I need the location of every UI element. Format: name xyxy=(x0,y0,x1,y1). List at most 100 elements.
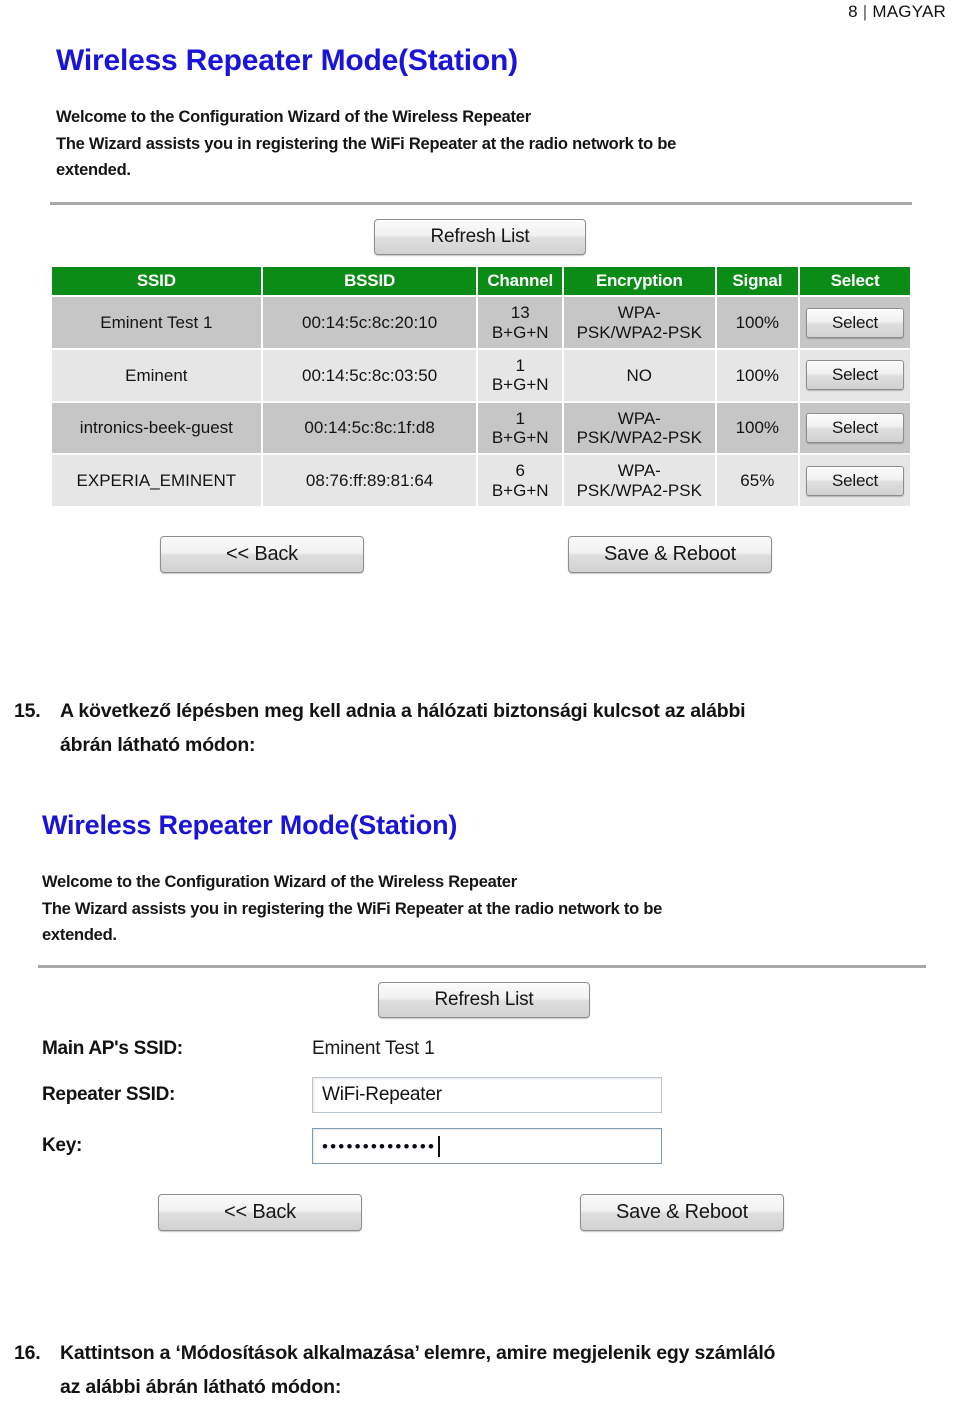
page-number: 8 xyxy=(848,2,858,21)
encryption-line1: WPA- xyxy=(617,303,661,323)
main-ap-ssid-label: Main AP's SSID: xyxy=(42,1038,183,1060)
wireless-scan-table: SSID BSSID Channel Encryption Signal Sel… xyxy=(50,265,912,508)
figure2-welcome-line3: extended. xyxy=(42,926,117,945)
encryption-line2: PSK/WPA2-PSK xyxy=(576,428,702,448)
figure1-welcome-line2: The Wizard assists you in registering th… xyxy=(56,134,677,153)
channel-band: B+G+N xyxy=(491,428,549,448)
select-network-button[interactable]: Select xyxy=(806,360,905,391)
cell-ssid: Eminent xyxy=(52,349,261,401)
back-button[interactable]: << Back xyxy=(158,1194,362,1232)
figure2-welcome-line1: Welcome to the Configuration Wizard of t… xyxy=(42,873,517,891)
cell-ssid: Eminent Test 1 xyxy=(52,297,261,348)
manual-page: 8 | MAGYAR Wireless Repeater Mode(Station)… xyxy=(0,0,960,1404)
channel-number: 6 xyxy=(515,461,525,481)
cell-signal: 100% xyxy=(716,297,799,348)
repeater-ssid-input[interactable]: WiFi-Repeater xyxy=(312,1077,662,1114)
cell-select: Select xyxy=(800,349,910,401)
figure2-title: Wireless Repeater Mode(Station) xyxy=(42,810,458,840)
select-network-button[interactable]: Select xyxy=(806,465,905,496)
column-header-channel: Channel xyxy=(478,267,562,296)
cell-bssid: 00:14:5c:8c:1f:d8 xyxy=(262,402,477,454)
cell-ssid: EXPERIA_EMINENT xyxy=(52,455,261,507)
repeater-ssid-label: Repeater SSID: xyxy=(42,1084,176,1106)
cell-encryption: WPA- PSK/WPA2-PSK xyxy=(563,455,715,507)
key-masked-value: •••••••••••••• xyxy=(322,1136,437,1156)
cell-ssid: intronics-beek-guest xyxy=(52,402,261,454)
encryption-line2: PSK/WPA2-PSK xyxy=(576,480,702,500)
cell-signal: 65% xyxy=(716,455,799,507)
cell-select: Select xyxy=(800,455,910,507)
channel-band: B+G+N xyxy=(491,480,549,500)
save-and-reboot-button[interactable]: Save & Reboot xyxy=(568,536,772,574)
cell-channel: 1 B+G+N xyxy=(478,349,562,401)
cell-channel: 13 B+G+N xyxy=(478,297,562,348)
cell-encryption: NO xyxy=(563,349,715,401)
repeater-ssid-row: Repeater SSID: WiFi-Repeater xyxy=(42,1070,934,1120)
step-16-line2: az alábbi ábrán látható módon: xyxy=(60,1376,342,1399)
save-and-reboot-button[interactable]: Save & Reboot xyxy=(580,1194,784,1232)
step-15-number: 15. xyxy=(14,700,41,722)
figure-key-entry: Wireless Repeater Mode(Station) Welcome … xyxy=(34,806,934,1296)
text-caret xyxy=(438,1135,441,1157)
figure1-welcome-line3: extended. xyxy=(56,161,131,180)
column-header-signal: Signal xyxy=(716,267,799,296)
step-15-line2: ábrán látható módon: xyxy=(60,734,256,757)
figure1-divider xyxy=(50,202,912,206)
column-header-encryption: Encryption xyxy=(563,267,715,296)
channel-number: 1 xyxy=(515,408,525,428)
step-16: 16. Kattintson a ‘Módosítások alkalmazás… xyxy=(14,1336,954,1404)
figure2-welcome-line2: The Wizard assists you in registering th… xyxy=(42,899,663,918)
select-network-button[interactable]: Select xyxy=(806,307,905,338)
encryption-line2: PSK/WPA2-PSK xyxy=(576,322,702,342)
cell-signal: 100% xyxy=(716,349,799,401)
table-row: Eminent 00:14:5c:8c:03:50 1 B+G+N NO 100… xyxy=(52,349,910,401)
cell-encryption: WPA- PSK/WPA2-PSK xyxy=(563,402,715,454)
table-row: Eminent Test 1 00:14:5c:8c:20:10 13 B+G+… xyxy=(52,297,910,348)
figure1-welcome-line1: Welcome to the Configuration Wizard of t… xyxy=(56,108,531,126)
cell-bssid: 00:14:5c:8c:20:10 xyxy=(262,297,477,348)
header-separator: | xyxy=(862,2,868,21)
refresh-list-button[interactable]: Refresh List xyxy=(374,219,586,256)
page-header: 8 | MAGYAR xyxy=(848,2,946,22)
channel-number: 13 xyxy=(510,303,530,323)
step-16-number: 16. xyxy=(14,1342,41,1364)
cell-select: Select xyxy=(800,402,910,454)
header-section-label: MAGYAR xyxy=(872,2,946,21)
channel-number: 1 xyxy=(515,355,525,375)
cell-select: Select xyxy=(800,297,910,348)
cell-channel: 1 B+G+N xyxy=(478,402,562,454)
cell-bssid: 00:14:5c:8c:03:50 xyxy=(262,349,477,401)
encryption-line1: NO xyxy=(626,365,653,385)
cell-encryption: WPA- PSK/WPA2-PSK xyxy=(563,297,715,348)
key-entry-form: Main AP's SSID: Eminent Test 1 Repeater … xyxy=(42,1028,934,1172)
figure2-divider xyxy=(38,965,926,969)
column-header-ssid: SSID xyxy=(52,267,261,296)
refresh-list-button[interactable]: Refresh List xyxy=(378,982,590,1019)
figure1-welcome-text: Welcome to the Configuration Wizard of t… xyxy=(56,104,920,184)
column-header-bssid: BSSID xyxy=(262,267,477,296)
step-16-line1: Kattintson a ‘Módosítások alkalmazása’ e… xyxy=(60,1342,776,1364)
key-input[interactable]: •••••••••••••• xyxy=(312,1128,662,1165)
scan-table-header-row: SSID BSSID Channel Encryption Signal Sel… xyxy=(52,267,910,296)
channel-band: B+G+N xyxy=(491,375,549,395)
step-15-line1: A következő lépésben meg kell adnia a há… xyxy=(60,700,746,722)
encryption-line1: WPA- xyxy=(617,461,661,481)
step-15-body: A következő lépésben meg kell adnia a há… xyxy=(60,694,746,762)
step-15: 15. A következő lépésben meg kell adnia … xyxy=(14,694,944,762)
cell-channel: 6 B+G+N xyxy=(478,455,562,507)
select-network-button[interactable]: Select xyxy=(806,413,905,444)
figure-scan-list: Wireless Repeater Mode(Station) Welcome … xyxy=(40,40,920,640)
figure2-welcome-text: Welcome to the Configuration Wizard of t… xyxy=(42,869,934,949)
cell-bssid: 08:76:ff:89:81:64 xyxy=(262,455,477,507)
column-header-select: Select xyxy=(800,267,910,296)
step-16-body: Kattintson a ‘Módosítások alkalmazása’ e… xyxy=(60,1336,775,1404)
main-ap-ssid-value: Eminent Test 1 xyxy=(312,1038,435,1060)
main-ap-ssid-row: Main AP's SSID: Eminent Test 1 xyxy=(42,1028,934,1070)
cell-signal: 100% xyxy=(716,402,799,454)
key-row: Key: •••••••••••••• xyxy=(42,1120,934,1172)
figure1-title: Wireless Repeater Mode(Station) xyxy=(56,44,518,77)
key-label: Key: xyxy=(42,1135,82,1157)
back-button[interactable]: << Back xyxy=(160,536,364,574)
encryption-line1: WPA- xyxy=(617,408,661,428)
channel-band: B+G+N xyxy=(491,322,549,342)
